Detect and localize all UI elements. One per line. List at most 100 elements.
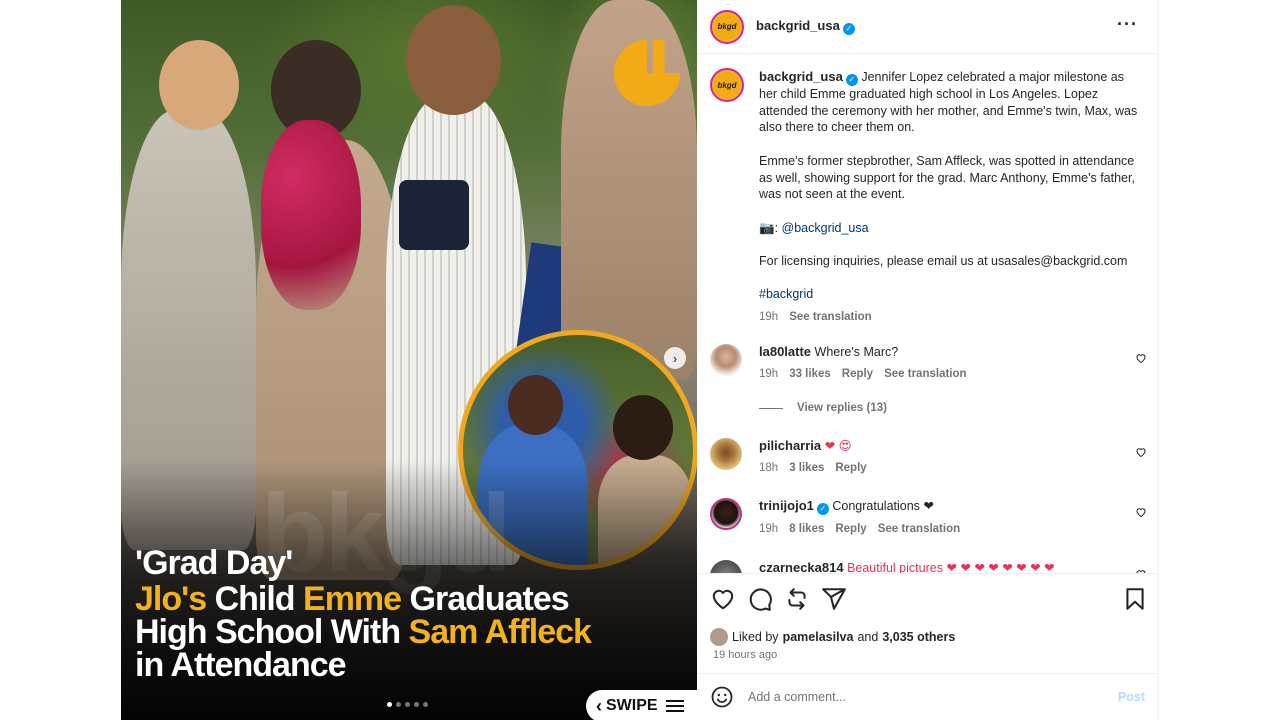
comment-text: ❤ 😍 [824, 439, 852, 453]
like-heart-icon[interactable] [710, 586, 736, 612]
author-username[interactable]: backgrid_usa [756, 18, 840, 33]
commenter-username[interactable]: czarnecka814 [759, 560, 844, 573]
caption-line-3: in Attendance [135, 646, 347, 684]
comment-time: 19h [759, 368, 779, 380]
next-slide-button[interactable]: › [664, 347, 686, 369]
heart-outline-icon[interactable] [1135, 352, 1147, 364]
commenter-avatar[interactable] [710, 560, 742, 573]
carousel-dot [423, 702, 428, 707]
comment-meta: 18h 3 likes Reply [759, 460, 1109, 476]
menu-lines-icon [665, 700, 684, 712]
verified-badge-icon: ✓ [845, 74, 858, 86]
licensing-text: For licensing inquiries, please email us… [759, 253, 1128, 268]
view-replies-button[interactable]: View replies (13) [759, 402, 887, 414]
chevron-right-icon: › [672, 350, 678, 366]
carousel-dot [405, 702, 410, 707]
commenter-avatar[interactable] [710, 344, 742, 376]
reply-button[interactable]: Reply [835, 462, 866, 474]
comment-body: trinijojo1 ✓ Congratulations ❤ 19h 8 likes… [759, 498, 1109, 537]
caption-meta: 19h See translation [759, 309, 1144, 326]
post-timestamp[interactable]: 19 hours ago [713, 649, 777, 661]
chevron-left-icon: ‹ [596, 695, 602, 716]
author-name-wrap: backgrid_usa ✓ [756, 18, 855, 35]
comment-text: Where's Marc? [814, 345, 899, 359]
photo-figure-center-head [406, 5, 501, 115]
inset-figure-boy-head [508, 375, 563, 435]
add-comment-input[interactable] [748, 690, 1088, 704]
verified-badge-icon: ✓ [816, 503, 829, 515]
verified-badge-icon: ✓ [842, 23, 855, 35]
liker-avatar[interactable] [710, 628, 728, 646]
caption-highlight: Sam Affleck [408, 613, 592, 651]
post-comment-button[interactable]: Post [1118, 690, 1145, 704]
liked-by-user[interactable]: pamelasilva [783, 630, 854, 644]
photo-handbag [399, 180, 469, 250]
carousel-dot [414, 702, 419, 707]
caption-text: backgrid_usa ✓ Jennifer Lopez celebrated … [759, 69, 1144, 326]
comment-body: la80latte Where's Marc? 19h 33 likes Reply… [759, 344, 1109, 382]
liked-by-and: and [857, 630, 879, 644]
commenter-username[interactable]: la80latte [759, 344, 811, 359]
avatar-logo: bkgd [714, 72, 740, 98]
caption-line-2: High School With Sam Affleck [135, 613, 695, 651]
caption-author-avatar[interactable]: bkgd [710, 68, 744, 102]
carousel-indicator [387, 702, 428, 707]
avatar-logo: bkgd [714, 13, 740, 40]
backgrid-logo-icon [613, 39, 681, 107]
action-row [710, 586, 1150, 614]
comment-body: czarnecka814 Beautiful pictures ❤ ❤ ❤ ❤ … [759, 560, 1109, 573]
post-media[interactable]: bkgd 'Grad Day' Jlo's Child Emme Graduat… [121, 0, 697, 720]
post-header: bkgd backgrid_usa ✓ ··· [697, 0, 1158, 54]
more-options-icon[interactable]: ··· [1117, 14, 1138, 35]
liked-by-others[interactable]: 3,035 others [882, 630, 955, 644]
comment-time: 19h [759, 523, 779, 535]
comment-body: pilicharria ❤ 😍 18h 3 likes Reply [759, 438, 1109, 476]
divider-line [759, 407, 783, 409]
camera-emoji: 📷: [759, 220, 779, 235]
post-actions: Liked by pamelasilva and 3,035 others 19… [697, 573, 1158, 661]
view-replies-label: View replies (13) [797, 402, 887, 414]
carousel-dot [396, 702, 401, 707]
heart-outline-icon[interactable] [1135, 446, 1147, 458]
photo-figure-left-head [159, 40, 239, 130]
carousel-dot [387, 702, 392, 707]
commenter-avatar[interactable] [710, 498, 742, 530]
inset-figure-graduate-head [613, 395, 673, 460]
comment-likes-count[interactable]: 33 likes [789, 368, 831, 380]
comment-time: 18h [759, 462, 779, 474]
comments-scroll[interactable]: bkgd backgrid_usa ✓ Jennifer Lopez celebr… [697, 55, 1158, 573]
commenter-username[interactable]: pilicharria [759, 438, 821, 453]
repost-icon[interactable] [784, 586, 810, 612]
reply-button[interactable]: Reply [842, 368, 873, 380]
share-send-icon[interactable] [821, 586, 847, 612]
emoji-smiley-icon[interactable] [710, 685, 734, 709]
comment-likes-count[interactable]: 8 likes [789, 523, 824, 535]
bookmark-save-icon[interactable] [1122, 586, 1148, 612]
reply-button[interactable]: Reply [835, 523, 866, 535]
heart-outline-icon[interactable] [1135, 506, 1147, 518]
caption-paragraph-2: Emme's former stepbrother, Sam Affleck, … [759, 153, 1135, 202]
caption-time: 19h [759, 311, 779, 324]
comment-text: Congratulations ❤ [832, 499, 934, 513]
see-translation-button[interactable]: See translation [789, 311, 871, 323]
comment-meta: 19h 8 likes Reply See translation [759, 521, 1109, 537]
see-translation-button[interactable]: See translation [884, 368, 966, 380]
commenter-avatar[interactable] [710, 438, 742, 470]
comment-bubble-icon[interactable] [747, 586, 773, 612]
see-translation-button[interactable]: See translation [878, 523, 960, 535]
caption-kicker: 'Grad Day' [135, 544, 293, 582]
comment-likes-count[interactable]: 3 likes [789, 462, 824, 474]
post-sidebar: bkgd backgrid_usa ✓ ··· bkgd backgrid_usa… [697, 0, 1158, 720]
author-avatar[interactable]: bkgd [710, 9, 744, 44]
swipe-badge: ‹ SWIPE [586, 690, 697, 720]
comment-text: Beautiful pictures ❤ ❤ ❤ ❤ ❤ ❤ ❤ ❤ [847, 561, 1055, 573]
commenter-username[interactable]: trinijojo1 [759, 498, 814, 513]
media-caption: 'Grad Day' Jlo's Child Emme Graduates Hi… [135, 543, 695, 682]
hashtag-link[interactable]: #backgrid [759, 287, 813, 301]
credit-handle-link[interactable]: @backgrid_usa [782, 221, 869, 235]
swipe-label: SWIPE [606, 697, 658, 714]
comment-composer: Post [697, 673, 1158, 720]
liked-by-prefix: Liked by [732, 630, 779, 644]
caption-author[interactable]: backgrid_usa [759, 69, 843, 84]
photo-flower-lei [261, 120, 361, 310]
